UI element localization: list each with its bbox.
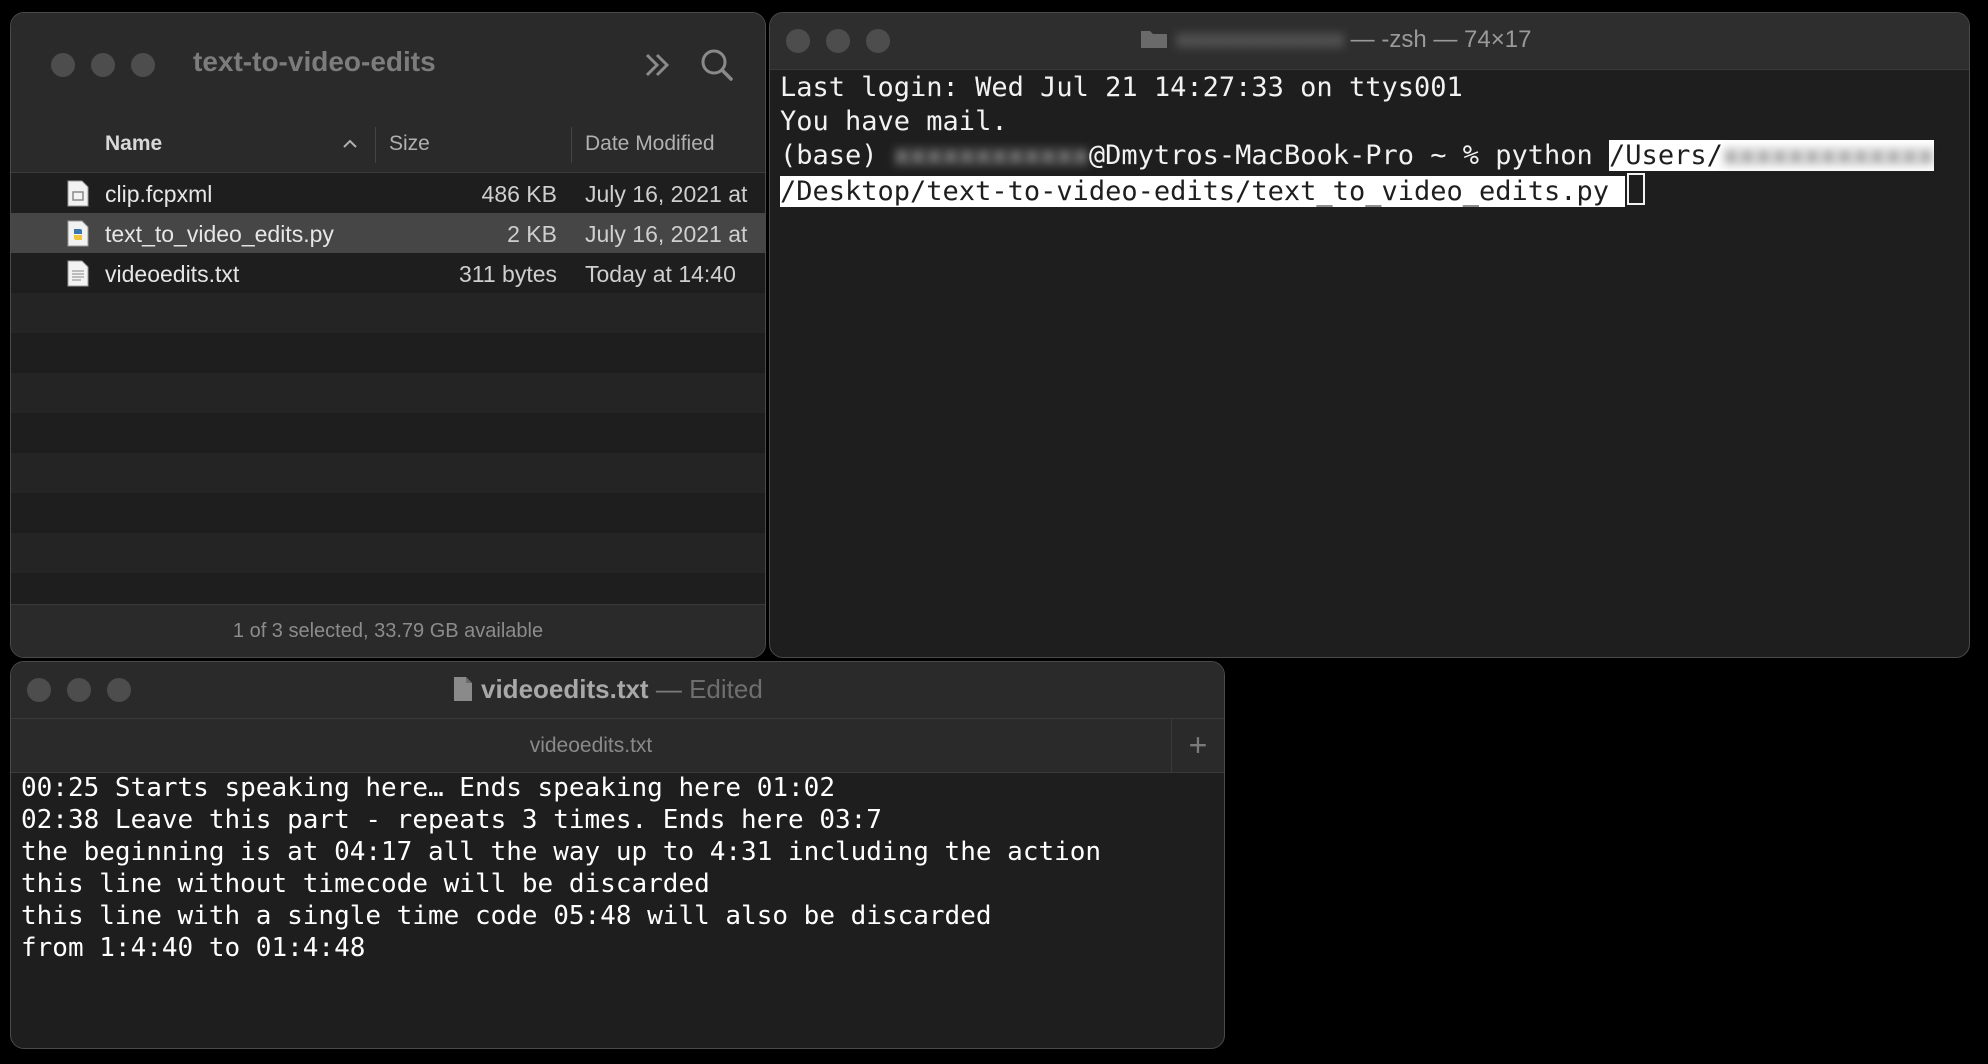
sort-ascending-icon[interactable] [341, 135, 359, 153]
textedit-titlebar: videoedits.txt — Edited videoedits.txt + [11, 662, 1224, 773]
file-date: Today at 14:40 [585, 261, 736, 287]
minimize-button[interactable] [826, 29, 850, 53]
file-size: 486 KB [481, 181, 557, 207]
search-icon[interactable] [697, 45, 737, 85]
minimize-button[interactable] [67, 678, 91, 702]
window-controls [27, 678, 131, 702]
selected-path-text[interactable]: /Desktop/text-to-video-edits/text_to_vid… [780, 176, 1626, 207]
column-divider[interactable] [375, 127, 376, 163]
redacted-username: xxxxxxxxxxxx [893, 140, 1089, 171]
empty-row [11, 453, 765, 493]
minimize-button[interactable] [91, 53, 115, 77]
text-line: 00:25 Starts speaking here… Ends speakin… [21, 773, 835, 803]
selected-path-text[interactable]: /Users/xxxxxxxxxxxxx [1609, 140, 1935, 171]
file-date: July 16, 2021 at [585, 181, 748, 207]
zoom-button[interactable] [107, 678, 131, 702]
edited-status: Edited [689, 674, 763, 704]
window-controls [786, 29, 890, 53]
text-line: this line without timecode will be disca… [21, 869, 710, 899]
textedit-window: videoedits.txt — Edited videoedits.txt +… [10, 661, 1225, 1049]
file-row-python[interactable]: text_to_video_edits.py 2 KB July 16, 202… [11, 213, 765, 253]
text-line: from 1:4:40 to 01:4:48 [21, 933, 366, 963]
terminal-line: You have mail. [780, 106, 1008, 137]
empty-row [11, 493, 765, 533]
close-button[interactable] [51, 53, 75, 77]
redacted-username: xxxxxxxxxxxxxx [1176, 26, 1344, 53]
file-name: clip.fcpxml [105, 181, 213, 207]
terminal-prompt-prefix: (base) [780, 140, 894, 171]
file-size: 311 bytes [458, 261, 557, 287]
empty-row [11, 533, 765, 573]
terminal-titlebar: xxxxxxxxxxxxxx — -zsh — 74×17 [770, 13, 1969, 70]
text-line: this line with a single time code 05:48 … [21, 901, 992, 931]
column-name-header[interactable]: Name [105, 132, 162, 156]
terminal-title-text: — -zsh — 74×17 [1350, 26, 1532, 53]
column-header: Name Size Date Modified [11, 117, 765, 173]
text-file-icon [67, 260, 89, 287]
title-separator: — [655, 674, 682, 704]
column-divider[interactable] [571, 127, 572, 163]
zoom-button[interactable] [866, 29, 890, 53]
terminal-cursor [1627, 173, 1646, 205]
column-size-header[interactable]: Size [389, 132, 430, 156]
fcpxml-file-icon [67, 180, 89, 207]
chevron-double-right-icon[interactable] [637, 45, 677, 85]
document-title[interactable]: videoedits.txt — Edited [453, 674, 763, 705]
file-name: videoedits.txt [105, 261, 240, 287]
empty-row [11, 333, 765, 373]
redacted-username: xxxxxxxxxxxxx [1722, 140, 1935, 171]
close-button[interactable] [786, 29, 810, 53]
file-row-videoedits[interactable]: videoedits.txt 311 bytes Today at 14:40 [11, 253, 765, 293]
file-name: text_to_video_edits.py [105, 221, 334, 247]
path-segment: /Users/ [1609, 140, 1723, 171]
window-controls [51, 53, 155, 77]
file-row-clip[interactable]: clip.fcpxml 486 KB July 16, 2021 at [11, 173, 765, 213]
file-date: July 16, 2021 at [585, 221, 748, 247]
empty-row [11, 413, 765, 453]
close-button[interactable] [27, 678, 51, 702]
folder-icon [1141, 31, 1167, 48]
empty-row [11, 373, 765, 413]
terminal-line: Last login: Wed Jul 21 14:27:33 on ttys0… [780, 72, 1463, 103]
column-date-header[interactable]: Date Modified [585, 132, 715, 156]
document-text-area[interactable]: 00:25 Starts speaking here… Ends speakin… [21, 772, 1214, 964]
finder-window: text-to-video-edits Name Size Date Modif… [10, 12, 766, 658]
terminal-title: xxxxxxxxxxxxxx — -zsh — 74×17 [1140, 26, 1531, 54]
document-icon [454, 677, 472, 701]
terminal-window: xxxxxxxxxxxxxx — -zsh — 74×17 Last login… [769, 12, 1970, 658]
document-name: videoedits.txt [481, 674, 649, 704]
file-list: clip.fcpxml 486 KB July 16, 2021 at text… [11, 173, 765, 613]
finder-toolbar: text-to-video-edits [11, 13, 765, 118]
empty-row [11, 293, 765, 333]
terminal-output[interactable]: Last login: Wed Jul 21 14:27:33 on ttys0… [780, 71, 1961, 209]
terminal-prompt: @Dmytros-MacBook-Pro ~ % python [1088, 140, 1610, 171]
text-line: the beginning is at 04:17 all the way up… [21, 837, 1102, 867]
text-line: 02:38 Leave this part - repeats 3 times.… [21, 805, 882, 835]
document-tab[interactable]: videoedits.txt [11, 718, 1171, 773]
file-size: 2 KB [507, 221, 557, 247]
python-file-icon [67, 220, 89, 247]
zoom-button[interactable] [131, 53, 155, 77]
new-tab-button[interactable]: + [1171, 718, 1224, 773]
window-title: text-to-video-edits [193, 46, 436, 77]
finder-status-bar: 1 of 3 selected, 33.79 GB available [11, 604, 765, 657]
